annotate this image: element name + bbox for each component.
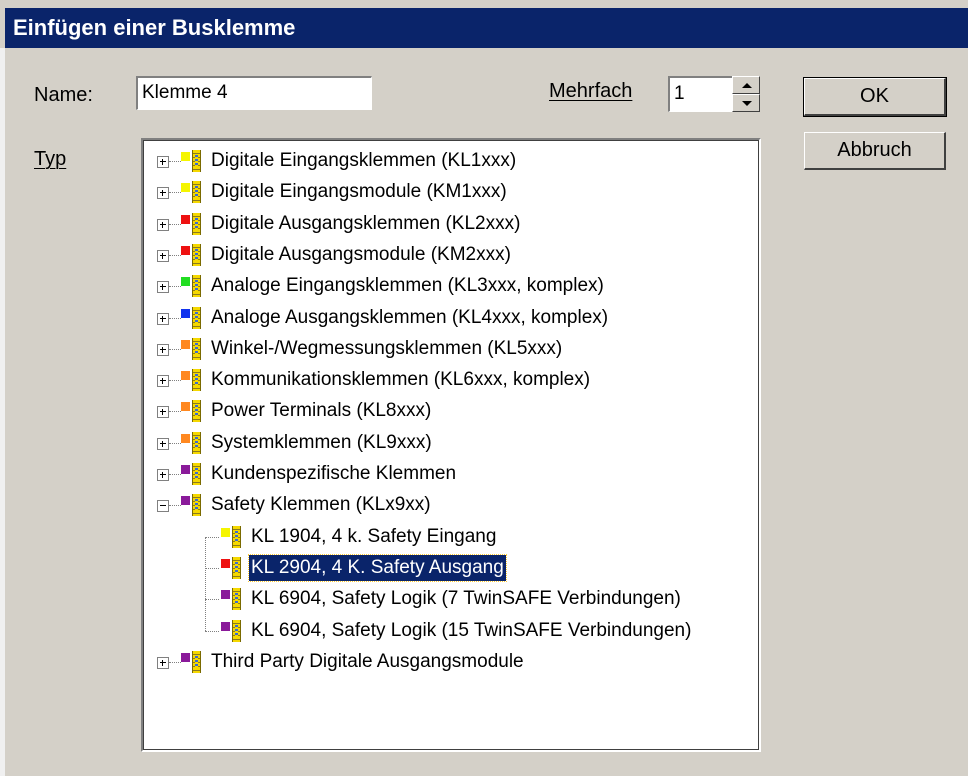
spin-down-button[interactable] bbox=[732, 94, 760, 112]
tree-item-label: Systemklemmen (KL9xxx) bbox=[211, 431, 432, 453]
tree-group-item[interactable]: Kundenspezifische Klemmen bbox=[143, 459, 757, 489]
tree-item-label: Kommunikationsklemmen (KL6xxx, komplex) bbox=[211, 369, 591, 391]
tree-connector-line bbox=[169, 348, 181, 350]
tree-connector-line bbox=[169, 223, 181, 225]
bus-terminal-icon bbox=[221, 556, 243, 579]
tree-connector-line bbox=[169, 411, 181, 413]
tree-item-label: KL 6904, Safety Logik (15 TwinSAFE Verbi… bbox=[251, 619, 692, 641]
mehrfach-label: Mehrfach bbox=[549, 80, 633, 102]
tree-group-item[interactable]: Safety Klemmen (KLx9xx) bbox=[143, 490, 757, 520]
expand-plus-icon[interactable] bbox=[157, 437, 169, 450]
tree-child-item[interactable]: KL 2904, 4 K. Safety Ausgang bbox=[143, 553, 757, 583]
bus-terminal-icon bbox=[181, 650, 203, 673]
dialog-border bbox=[0, 48, 5, 776]
tree-item-label: KL 2904, 4 K. Safety Ausgang bbox=[248, 553, 507, 582]
bus-terminal-icon bbox=[181, 275, 203, 298]
tree-connector-line bbox=[169, 317, 181, 319]
mehrfach-input[interactable]: 1 bbox=[668, 76, 734, 112]
tree-item-label: Digitale Eingangsmodule (KM1xxx) bbox=[211, 181, 507, 203]
type-tree[interactable]: Digitale Eingangsklemmen (KL1xxx) Digital… bbox=[141, 138, 761, 752]
bus-terminal-icon bbox=[181, 306, 203, 329]
bus-terminal-icon bbox=[181, 337, 203, 360]
tree-connector-line bbox=[169, 661, 181, 663]
name-label: Name: bbox=[34, 84, 93, 106]
mehrfach-spinner[interactable] bbox=[732, 76, 760, 112]
bus-terminal-icon bbox=[181, 463, 203, 485]
tree-group-item[interactable]: Winkel-/Wegmessungsklemmen (KL5xxx) bbox=[143, 334, 757, 364]
tree-item-label: Safety Klemmen (KLx9xx) bbox=[211, 494, 431, 516]
tree-item-label: KL 6904, Safety Logik (7 TwinSAFE Verbin… bbox=[251, 588, 681, 610]
tree-connector-line bbox=[169, 161, 181, 162]
bus-terminal-icon bbox=[181, 494, 203, 517]
tree-item-label: Digitale Eingangsklemmen (KL1xxx) bbox=[211, 150, 517, 171]
expand-plus-icon[interactable] bbox=[157, 156, 169, 168]
tree-group-item[interactable]: Analoge Ausgangsklemmen (KL4xxx, komplex… bbox=[143, 303, 757, 333]
tree-group-item[interactable]: Analoge Eingangsklemmen (KL3xxx, komplex… bbox=[143, 271, 757, 301]
expand-plus-icon[interactable] bbox=[157, 281, 169, 294]
tree-child-item[interactable]: KL 6904, Safety Logik (7 TwinSAFE Verbin… bbox=[143, 584, 757, 614]
expand-plus-icon[interactable] bbox=[157, 656, 169, 669]
bus-terminal-icon bbox=[181, 431, 203, 454]
bus-terminal-icon bbox=[221, 525, 243, 548]
tree-item-label: KL 1904, 4 k. Safety Eingang bbox=[251, 525, 497, 547]
expand-plus-icon[interactable] bbox=[157, 469, 169, 481]
tree-connector-line bbox=[169, 442, 181, 444]
expand-plus-icon[interactable] bbox=[157, 406, 169, 419]
name-input[interactable]: Klemme 4 bbox=[136, 76, 372, 110]
bus-terminal-icon bbox=[181, 400, 203, 423]
bus-terminal-icon bbox=[181, 181, 203, 204]
arrow-up-icon bbox=[742, 83, 752, 88]
tree-group-item[interactable]: Digitale Eingangsklemmen (KL1xxx) bbox=[143, 146, 757, 176]
tree-connector-line bbox=[169, 505, 181, 507]
tree-item-label: Analoge Ausgangsklemmen (KL4xxx, komplex… bbox=[211, 306, 609, 328]
tree-group-item[interactable]: Kommunikationsklemmen (KL6xxx, komplex) bbox=[143, 365, 757, 395]
expand-plus-icon[interactable] bbox=[157, 375, 169, 388]
tree-group-item[interactable]: Power Terminals (KL8xxx) bbox=[143, 396, 757, 426]
tree-connector-line bbox=[169, 474, 181, 475]
bus-terminal-icon bbox=[181, 369, 203, 392]
tree-connector-line bbox=[205, 599, 219, 601]
expand-plus-icon[interactable] bbox=[157, 187, 169, 200]
tree-connector-line bbox=[169, 254, 181, 256]
tree-group-item[interactable]: Digitale Ausgangsklemmen (KL2xxx) bbox=[143, 209, 757, 239]
tree-item-label: Digitale Ausgangsklemmen (KL2xxx) bbox=[211, 212, 521, 234]
tree-group-item[interactable]: Digitale Eingangsmodule (KM1xxx) bbox=[143, 177, 757, 207]
typ-label: Typ bbox=[34, 148, 67, 170]
bus-terminal-icon bbox=[181, 150, 203, 172]
tree-child-item[interactable]: KL 1904, 4 k. Safety Eingang bbox=[143, 522, 757, 552]
tree-connector-line bbox=[169, 380, 181, 382]
insert-bus-terminal-dialog: Einfügen einer Busklemme Name: Klemme 4 … bbox=[0, 0, 968, 776]
bus-terminal-icon bbox=[181, 212, 203, 235]
bus-terminal-icon bbox=[181, 243, 203, 266]
cancel-button[interactable]: Abbruch bbox=[804, 132, 946, 170]
tree-connector-line bbox=[169, 192, 181, 194]
tree-item-label: Third Party Digitale Ausgangsmodule bbox=[211, 650, 524, 672]
expand-plus-icon[interactable] bbox=[157, 312, 169, 325]
spin-up-button[interactable] bbox=[732, 76, 760, 94]
tree-item-label: Analoge Eingangsklemmen (KL3xxx, komplex… bbox=[211, 275, 604, 297]
tree-item-label: Winkel-/Wegmessungsklemmen (KL5xxx) bbox=[211, 337, 563, 359]
expand-plus-icon[interactable] bbox=[157, 218, 169, 231]
tree-group-item[interactable]: Systemklemmen (KL9xxx) bbox=[143, 428, 757, 458]
bus-terminal-icon bbox=[221, 588, 243, 611]
tree-group-item[interactable]: Digitale Ausgangsmodule (KM2xxx) bbox=[143, 240, 757, 270]
tree-child-item[interactable]: KL 6904, Safety Logik (15 TwinSAFE Verbi… bbox=[143, 616, 757, 646]
tree-connector-line bbox=[205, 536, 219, 538]
tree-connector-line bbox=[169, 286, 181, 288]
tree-item-label: Power Terminals (KL8xxx) bbox=[211, 400, 432, 422]
dialog-title: Einfügen einer Busklemme bbox=[5, 8, 968, 48]
collapse-minus-icon[interactable] bbox=[157, 500, 169, 513]
arrow-down-icon bbox=[742, 101, 752, 106]
tree-item-label: Kundenspezifische Klemmen bbox=[211, 463, 457, 484]
expand-plus-icon[interactable] bbox=[157, 249, 169, 262]
expand-plus-icon[interactable] bbox=[157, 343, 169, 356]
tree-connector-line bbox=[205, 630, 219, 632]
ok-button[interactable]: OK bbox=[803, 77, 947, 117]
tree-connector-line bbox=[205, 567, 219, 569]
tree-item-label: Digitale Ausgangsmodule (KM2xxx) bbox=[211, 243, 511, 265]
tree-group-item[interactable]: Third Party Digitale Ausgangsmodule bbox=[143, 647, 757, 677]
bus-terminal-icon bbox=[221, 619, 243, 642]
